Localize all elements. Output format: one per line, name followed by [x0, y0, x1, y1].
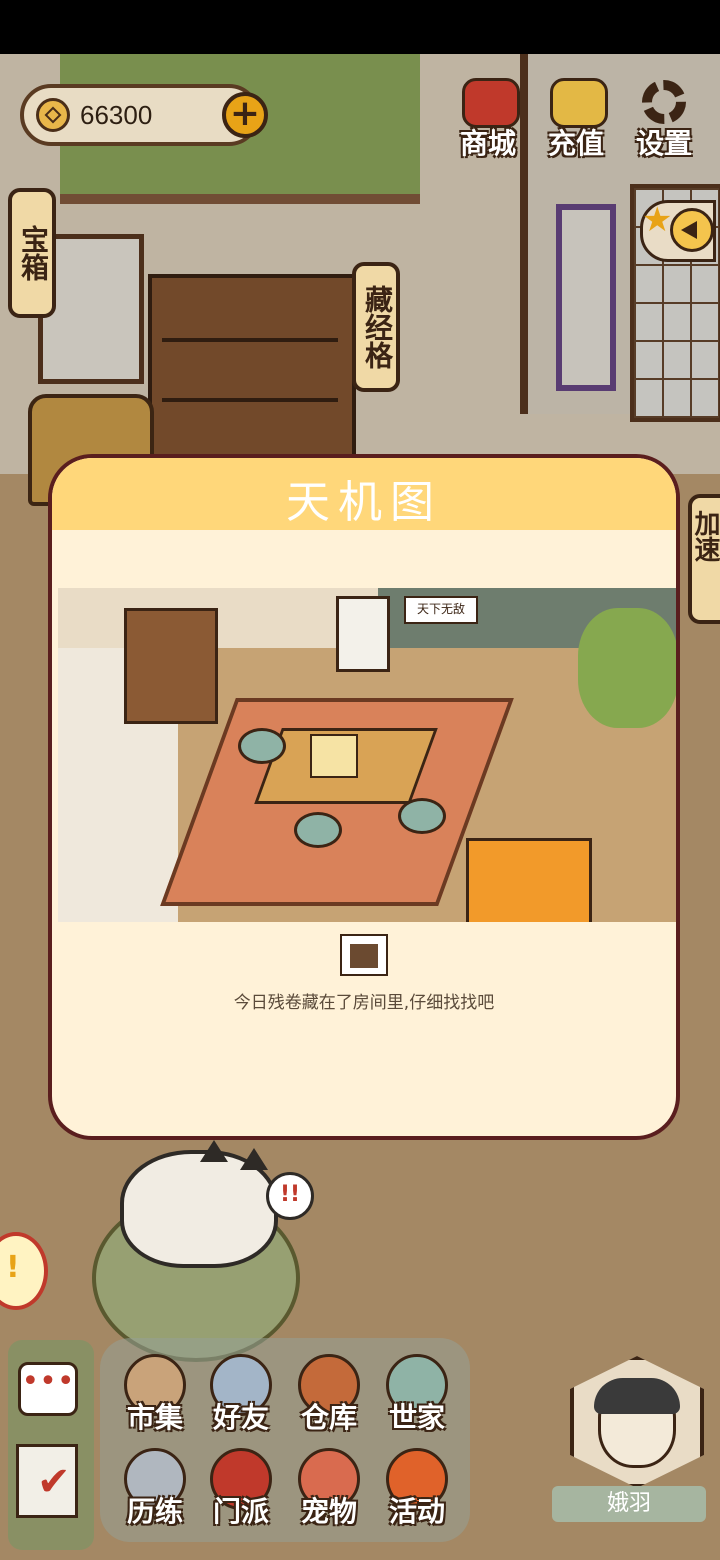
- events-button[interactable]: 活动: [374, 1448, 460, 1542]
- shop-label: 商城: [459, 127, 516, 160]
- dialog-header: 天机图: [52, 458, 676, 530]
- task-button[interactable]: ✔: [16, 1444, 78, 1518]
- coin-amount: 66300: [80, 100, 153, 130]
- cat-ear: [240, 1148, 268, 1170]
- gear-icon: [642, 80, 686, 124]
- preview-sign-text: 天下无敌: [416, 602, 465, 616]
- dialog-title: 天机图: [286, 477, 442, 528]
- friends-button[interactable]: 好友: [198, 1354, 284, 1448]
- menu-label: 宠物: [300, 1495, 357, 1528]
- scroll-fragment-icon: [340, 934, 388, 976]
- menu-label: 门派: [212, 1495, 269, 1528]
- menu-label: 活动: [388, 1495, 445, 1528]
- warehouse-button[interactable]: 仓库: [286, 1354, 372, 1448]
- preview-door: [336, 596, 390, 672]
- preview-bed: [466, 838, 592, 922]
- recharge-label: 充值: [547, 127, 604, 160]
- chat-button[interactable]: •••: [18, 1362, 78, 1416]
- menu-label: 世家: [388, 1401, 445, 1434]
- preview-sign: 天下无敌: [404, 596, 478, 624]
- add-coins-button[interactable]: +: [222, 92, 268, 138]
- preview-gift-box: [310, 734, 358, 778]
- training-button[interactable]: 历练: [112, 1448, 198, 1542]
- recharge-button[interactable]: 充值: [540, 78, 612, 162]
- treasure-label[interactable]: 宝箱: [8, 188, 56, 318]
- cat-ear: [200, 1140, 228, 1162]
- preview-cushion: [238, 728, 286, 764]
- shop-button[interactable]: 商城: [452, 78, 524, 162]
- menu-label: 好友: [212, 1401, 269, 1434]
- market-button[interactable]: 市集: [112, 1354, 198, 1448]
- character-hair: [594, 1378, 680, 1414]
- dialog-hint-text: 今日残卷藏在了房间里,仔细找找吧: [233, 993, 495, 1013]
- menu-label: 市集: [126, 1401, 183, 1434]
- settings-button[interactable]: 设置: [628, 78, 700, 162]
- map-dialog: 天机图 天下无敌 今日残卷藏在了房间里,仔细找找吧: [48, 454, 680, 1140]
- checkmark-icon: ✔: [37, 1459, 71, 1505]
- library-label[interactable]: 藏经格: [352, 262, 400, 392]
- character-name[interactable]: 娥羽: [552, 1486, 706, 1522]
- preview-cushion: [294, 812, 342, 848]
- star-icon: ★: [642, 200, 673, 240]
- preview-cushion: [398, 798, 446, 834]
- family-button[interactable]: 世家: [374, 1354, 460, 1448]
- cat-alert-bubble[interactable]: !!: [266, 1172, 314, 1220]
- gold-ingot-icon: [550, 78, 608, 128]
- status-bar: [0, 0, 720, 54]
- money-bag-icon: [462, 78, 520, 128]
- arrow-left-icon[interactable]: [670, 208, 714, 252]
- room-preview-image: 天下无敌: [58, 588, 676, 922]
- preview-shelf: [124, 608, 218, 724]
- menu-label: 历练: [126, 1495, 183, 1528]
- coin-icon: [36, 98, 70, 132]
- settings-label: 设置: [635, 127, 692, 160]
- pets-button[interactable]: 宠物: [286, 1448, 372, 1542]
- speedup-tab[interactable]: 加速: [688, 494, 720, 624]
- menu-label: 仓库: [300, 1401, 357, 1434]
- sect-button[interactable]: 门派: [198, 1448, 284, 1542]
- preview-bamboo: [578, 608, 676, 728]
- exclamation-icon: !: [6, 1250, 20, 1285]
